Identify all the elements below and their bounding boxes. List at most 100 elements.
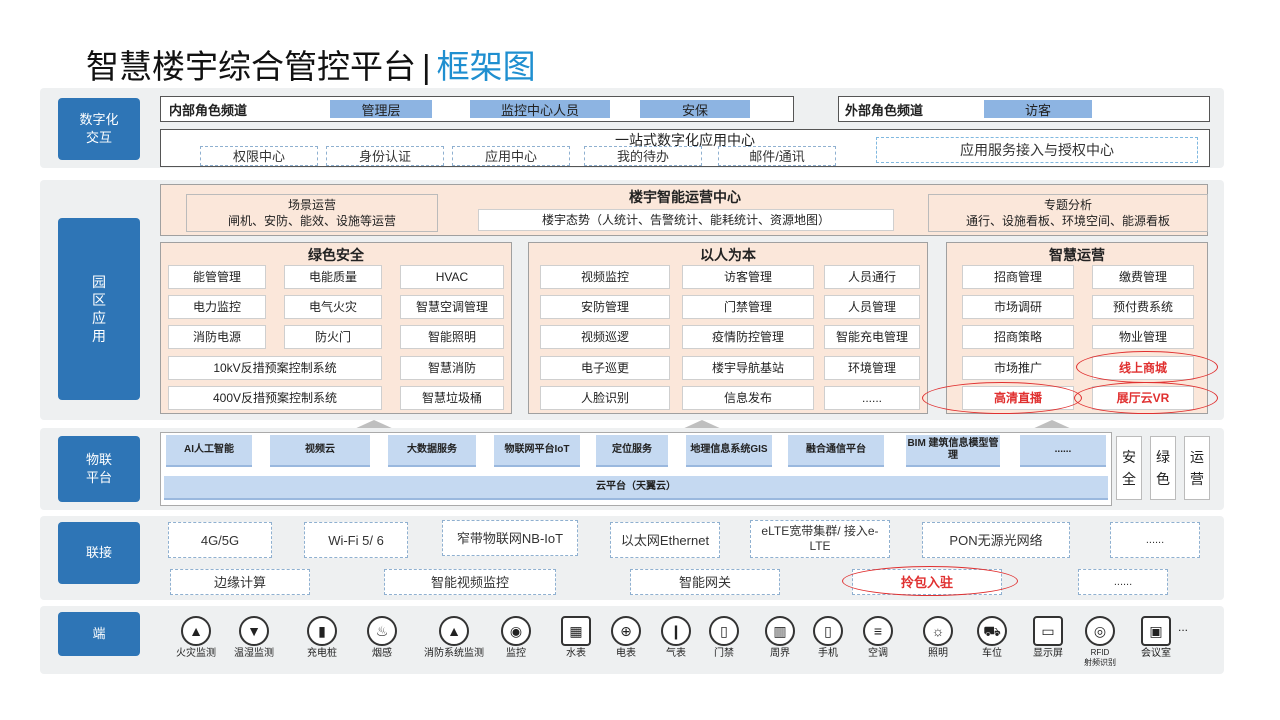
people-cell[interactable]: 安防管理 [540,295,670,319]
device-air-conditioner[interactable]: ≡ 空调 [848,614,908,660]
mail-comm[interactable]: 邮件/通讯 [718,146,836,166]
net-ethernet[interactable]: 以太网Ethernet [610,522,720,558]
smart-ops-title: 智慧运营 [1049,247,1105,263]
smart-gateway[interactable]: 智能网关 [630,569,780,595]
people-cell[interactable]: 人脸识别 [540,386,670,410]
green-cell[interactable]: 能管管理 [168,265,266,289]
platform-bigdata[interactable]: 大数据服务 [388,435,476,467]
device-access-control[interactable]: ▯ 门禁 [694,614,754,660]
people-cell[interactable]: 人员管理 [824,295,920,319]
green-cell[interactable]: 智慧垃圾桶 [400,386,504,410]
platform-gis[interactable]: 地理信息系统GIS [686,435,772,467]
layer-label-terminal: 端 [58,612,140,656]
my-todo[interactable]: 我的待办 [584,146,702,166]
device-fire-alarm[interactable]: ▲ 火灾监测 [166,614,226,660]
devices-more: ... [1178,620,1189,634]
people-cell[interactable]: 疫情防控管理 [682,325,814,349]
net-more[interactable]: ...... [1110,522,1200,558]
thermometer-icon: ▼ [239,616,269,646]
permission-center[interactable]: 权限中心 [200,146,318,166]
device-smoke-detector[interactable]: ♨ 烟感 [352,614,412,660]
smart-cell[interactable]: 招商管理 [962,265,1074,289]
people-cell[interactable]: 门禁管理 [682,295,814,319]
green-cell[interactable]: HVAC [400,265,504,289]
net-wifi[interactable]: Wi-Fi 5/ 6 [304,522,408,558]
edge-computing[interactable]: 边缘计算 [170,569,310,595]
device-camera[interactable]: ◉ 监控 [486,614,546,660]
green-cell[interactable]: 智慧消防 [400,356,504,380]
people-cell[interactable]: 访客管理 [682,265,814,289]
platform-ai[interactable]: AI人工智能 [166,435,252,467]
device-fire-extinguisher[interactable]: ▲ 消防系统监测 [424,614,484,660]
smart-video[interactable]: 智能视频监控 [384,569,556,595]
people-cell[interactable]: 视频巡逻 [540,325,670,349]
green-cell[interactable]: 电气火灾 [284,295,382,319]
device-thermometer[interactable]: ▼ 温湿监测 [224,614,284,660]
cloud-platform[interactable]: 云平台（天翼云） [164,476,1108,500]
people-cell[interactable]: 智能充电管理 [824,325,920,349]
green-cell[interactable]: 电力监控 [168,295,266,319]
green-cell[interactable]: 智慧空调管理 [400,295,504,319]
layer-label-connect: 联接 [58,522,140,584]
device-rfid[interactable]: ◎ RFID 射频识别 [1070,614,1130,668]
platform-iot[interactable]: 物联网平台IoT [494,435,580,467]
smart-cell[interactable]: 市场调研 [962,295,1074,319]
green-cell[interactable]: 防火门 [284,325,382,349]
ops-center-title: 楼宇智能运营中心 [629,189,741,205]
role-management[interactable]: 管理层 [330,100,432,118]
fire-alarm-icon: ▲ [181,616,211,646]
green-cell[interactable]: 智能照明 [400,325,504,349]
role-visitor[interactable]: 访客 [984,100,1092,118]
people-cell[interactable]: 视频监控 [540,265,670,289]
net-nbiot[interactable]: 窄带物联网NB-IoT [442,520,578,556]
perimeter-icon: ▥ [765,616,795,646]
topic-analysis[interactable]: 专题分析 通行、设施看板、环境空间、能源看板 [928,194,1208,232]
display-icon: ▭ [1033,616,1063,646]
smart-cell[interactable]: 预付费系统 [1092,295,1194,319]
people-cell[interactable]: 环境管理 [824,356,920,380]
building-situation[interactable]: 楼宇态势（人统计、告警统计、能耗统计、资源地图） [478,209,894,231]
device-meeting-room[interactable]: ▣ 会议室 [1126,614,1186,660]
auth-center[interactable]: 应用服务接入与授权中心 [876,137,1198,163]
page-title: 智慧楼宇综合管控平台 | 框架图 [86,40,536,88]
smart-cell[interactable]: 招商策略 [962,325,1074,349]
fire-extinguisher-icon: ▲ [439,616,469,646]
rfid-icon: ◎ [1085,616,1115,646]
green-cell[interactable]: 消防电源 [168,325,266,349]
platform-video-cloud[interactable]: 视频云 [270,435,370,467]
net-4g5g[interactable]: 4G/5G [168,522,272,558]
platform-comm[interactable]: 融合通信平台 [788,435,884,467]
device-charging-pile[interactable]: ▮ 充电桩 [292,614,352,660]
people-cell[interactable]: 人员通行 [824,265,920,289]
device-display[interactable]: ▭ 显示屏 [1018,614,1078,660]
identity-auth[interactable]: 身份认证 [326,146,444,166]
access-control-icon: ▯ [709,616,739,646]
device-label: 照明 [928,648,948,659]
device-bulb[interactable]: ☼ 照明 [908,614,968,660]
device-label: 监控 [506,648,526,659]
platform-location[interactable]: 定位服务 [596,435,668,467]
people-cell[interactable]: 信息发布 [682,386,814,410]
green-cell[interactable]: 10kV反措预案控制系统 [168,356,382,380]
people-cell[interactable]: 楼宇导航基站 [682,356,814,380]
smart-cell[interactable]: 物业管理 [1092,325,1194,349]
device-label: 门禁 [714,648,734,659]
power-meter-icon: ⊕ [611,616,641,646]
role-monitor-staff[interactable]: 监控中心人员 [470,100,610,118]
side-operation: 运 营 [1184,436,1210,500]
app-center-item[interactable]: 应用中心 [452,146,570,166]
scene-ops[interactable]: 场景运营 闸机、安防、能效、设施等运营 [186,194,438,232]
platform-bim[interactable]: BIM 建筑信息模型管理 [906,435,1000,467]
net-elte[interactable]: eLTE宽带集群/ 接入e-LTE [750,520,890,558]
net-pon[interactable]: PON无源光网络 [922,522,1070,558]
green-cell[interactable]: 400V反措预案控制系统 [168,386,382,410]
role-security[interactable]: 安保 [640,100,750,118]
platform-more[interactable]: ...... [1020,435,1106,467]
people-cell[interactable]: ...... [824,386,920,410]
connect-more[interactable]: ...... [1078,569,1168,595]
green-cell[interactable]: 电能质量 [284,265,382,289]
smart-cell[interactable]: 市场推广 [962,356,1074,380]
device-parking[interactable]: ⛟ 车位 [962,614,1022,660]
people-cell[interactable]: 电子巡更 [540,356,670,380]
smart-cell[interactable]: 缴费管理 [1092,265,1194,289]
